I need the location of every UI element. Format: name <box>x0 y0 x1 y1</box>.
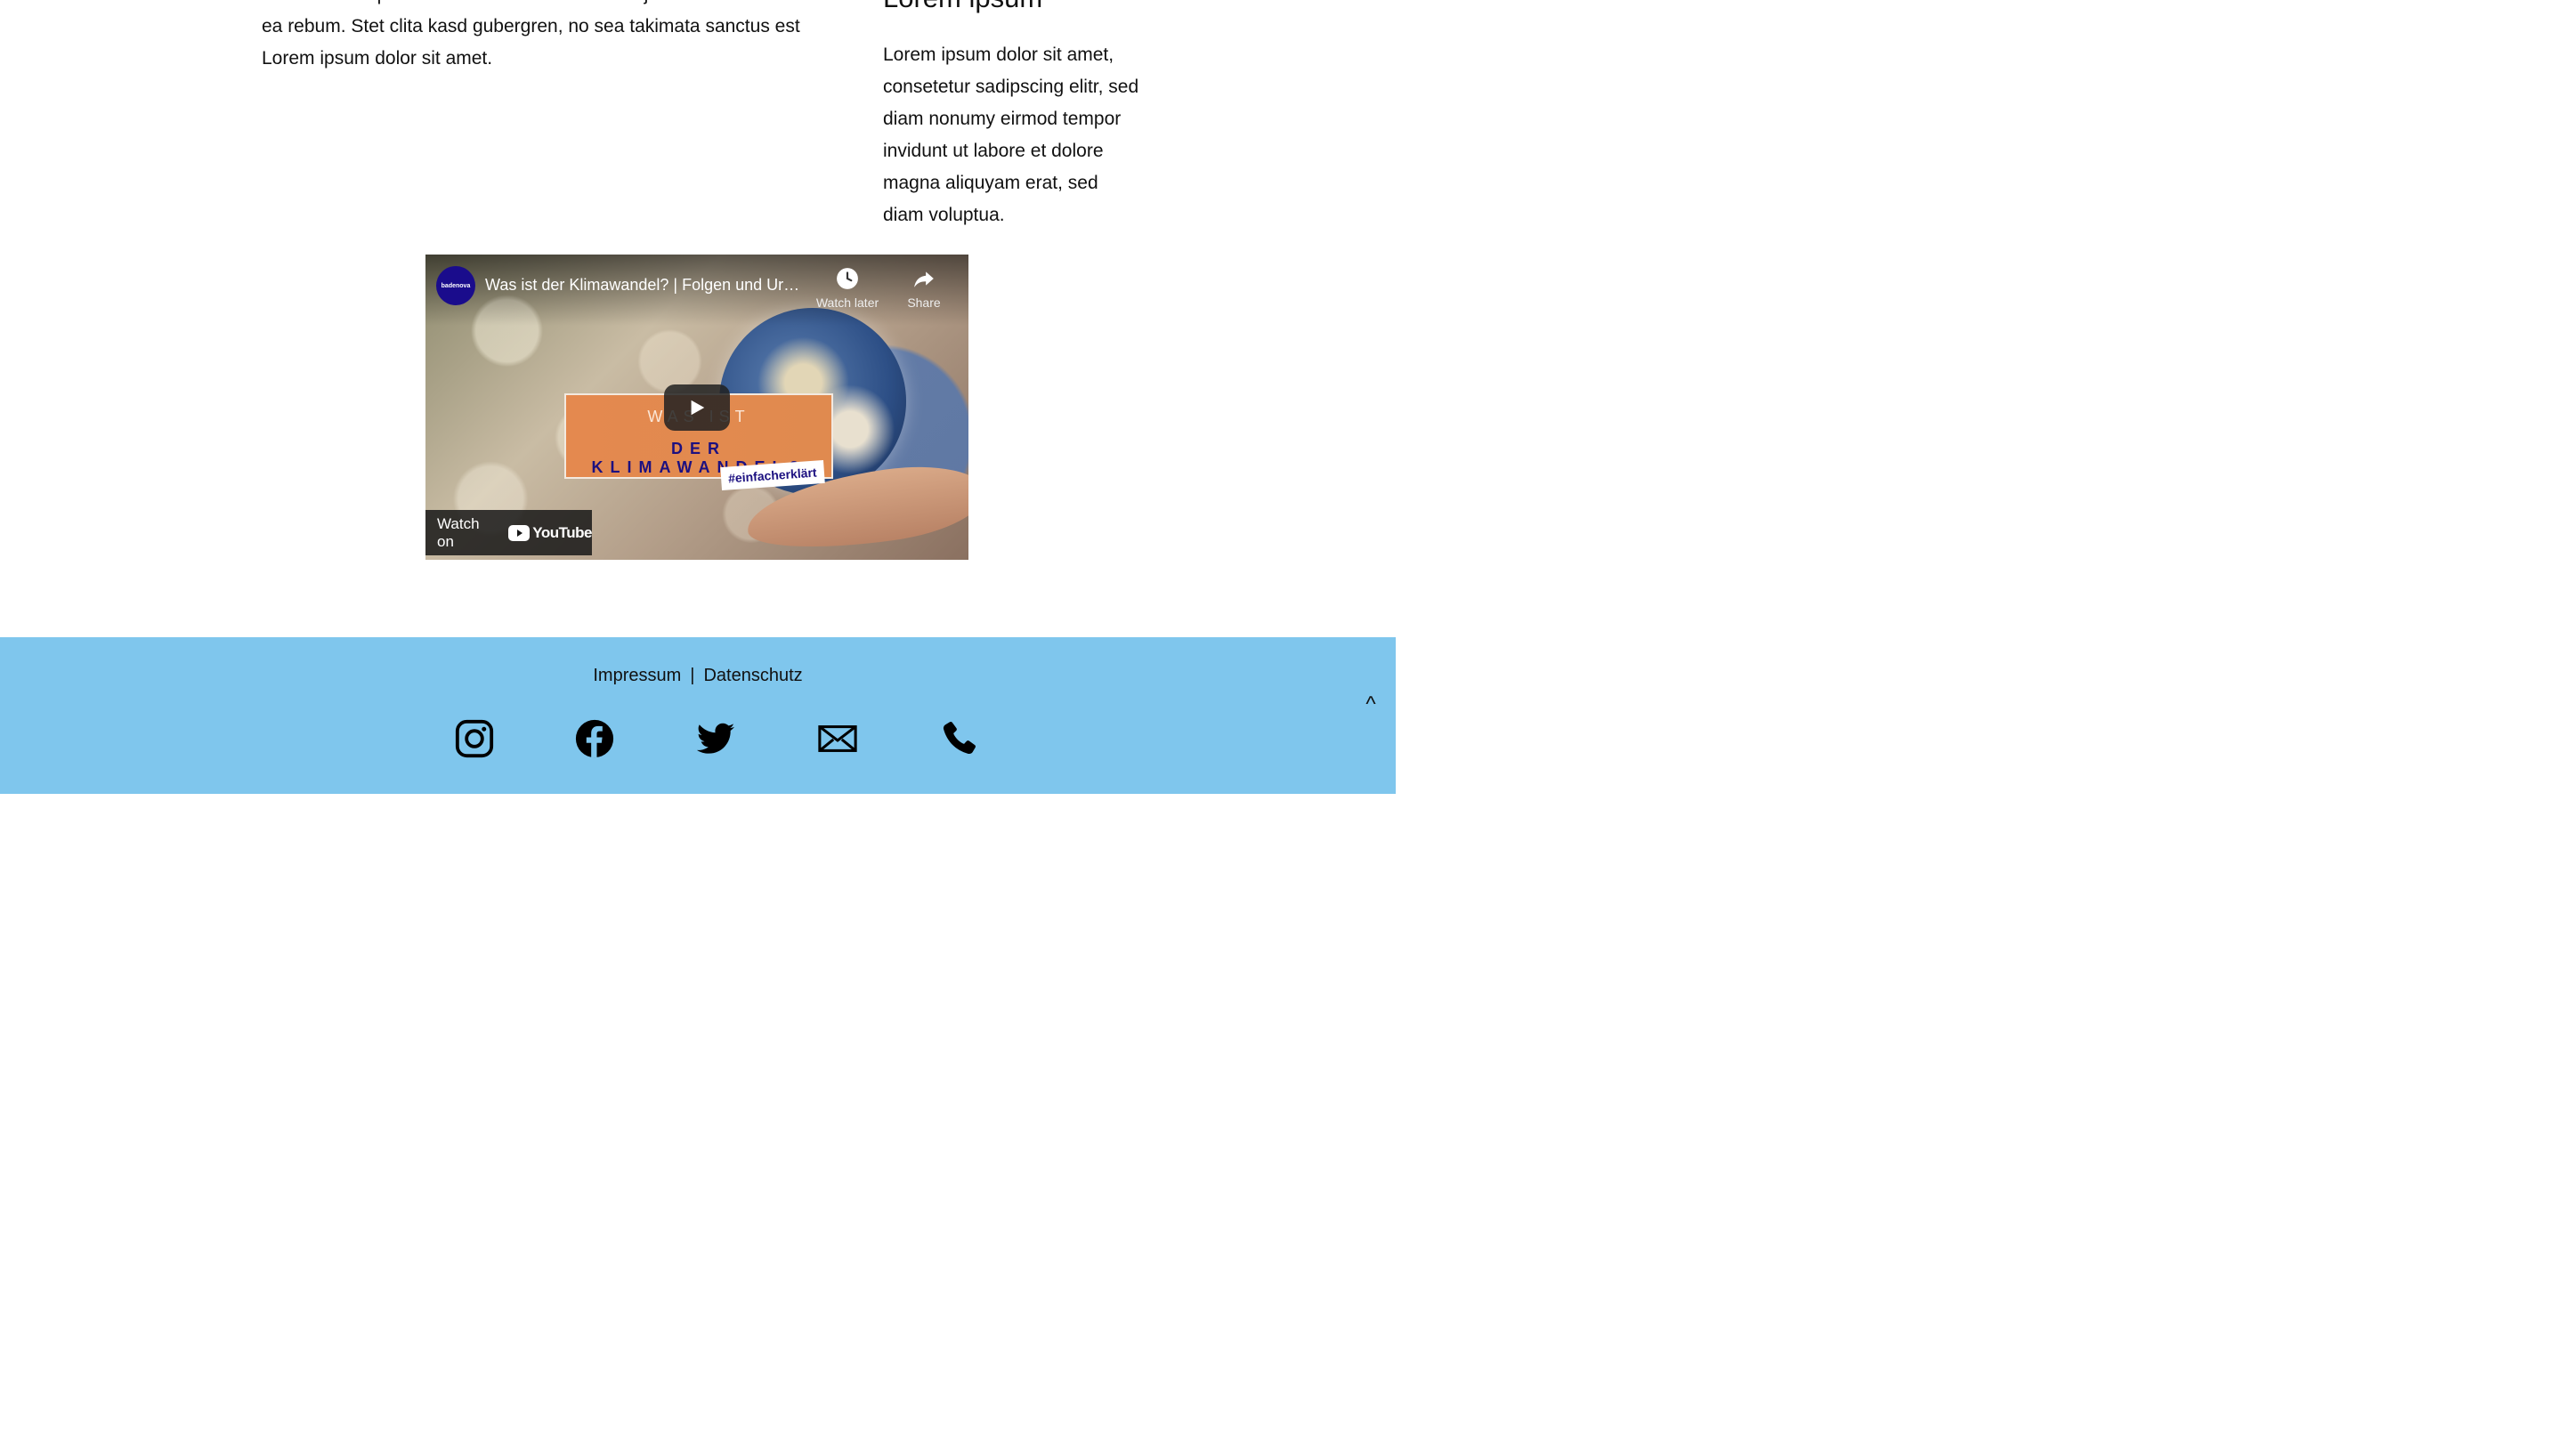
clock-icon <box>837 268 858 289</box>
link-separator: | <box>690 666 695 685</box>
mail-icon <box>818 725 857 752</box>
twitter-link[interactable] <box>694 717 737 760</box>
channel-avatar[interactable]: badenova <box>436 266 475 305</box>
datenschutz-link[interactable]: Datenschutz <box>703 666 802 685</box>
video-title-link[interactable]: Was ist der Klimawandel? | Folgen und Ur… <box>485 276 806 295</box>
impressum-link[interactable]: Impressum <box>593 666 681 685</box>
play-button[interactable] <box>664 384 730 431</box>
sidebar-paragraph: Lorem ipsum dolor sit amet, consetetur s… <box>883 44 1139 225</box>
youtube-logo: YouTube <box>508 524 592 542</box>
sidebar-column: Lorem ipsum Lorem ipsum dolor sit amet, … <box>883 0 1141 231</box>
share-label: Share <box>907 295 941 310</box>
site-footer: Impressum | Datenschutz ^ <box>0 637 1396 794</box>
mail-link[interactable] <box>816 717 859 760</box>
footer-links: Impressum | Datenschutz <box>0 666 1396 686</box>
facebook-link[interactable] <box>573 717 616 760</box>
youtube-play-icon <box>508 524 531 541</box>
watch-on-youtube-button[interactable]: Watch on YouTube <box>425 510 592 555</box>
play-icon <box>691 400 705 416</box>
watch-on-label: Watch on <box>437 514 480 550</box>
share-button[interactable]: Share <box>884 267 964 310</box>
youtube-video-embed[interactable]: badenova Was ist der Klimawandel? | Folg… <box>425 255 968 560</box>
twitter-icon <box>696 723 735 754</box>
watch-later-button[interactable]: Watch later <box>807 267 887 310</box>
youtube-wordmark: YouTube <box>532 523 592 541</box>
sidebar-heading: Lorem ipsum <box>883 0 1141 16</box>
watch-later-label: Watch later <box>815 295 879 310</box>
back-to-top-button[interactable]: ^ <box>1362 692 1380 717</box>
instagram-link[interactable] <box>453 717 496 760</box>
instagram-icon <box>455 719 494 758</box>
share-icon <box>914 271 934 287</box>
phone-icon <box>943 721 976 755</box>
phone-link[interactable] <box>937 717 980 760</box>
facebook-icon <box>575 719 614 758</box>
intro-paragraph: sed diam voluptua. At vero eos et accusa… <box>262 0 807 69</box>
